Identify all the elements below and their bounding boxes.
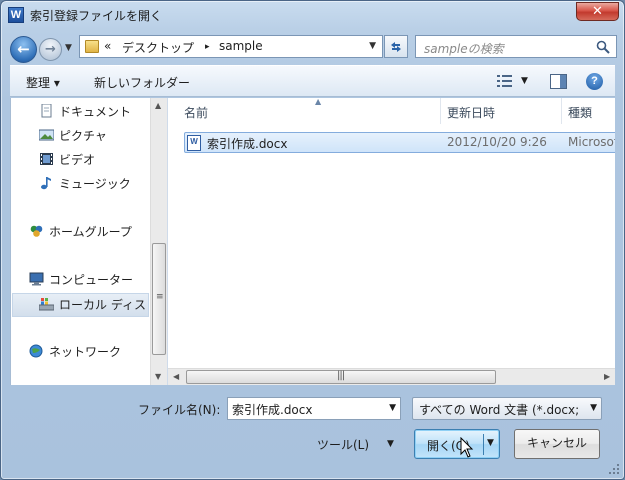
view-dropdown-icon[interactable]: ▼ (521, 76, 528, 86)
search-icon[interactable] (595, 39, 611, 55)
music-icon (41, 177, 51, 190)
picture-icon (39, 129, 54, 141)
back-button[interactable]: ← (10, 36, 37, 63)
homegroup-icon (30, 225, 43, 237)
preview-pane-icon[interactable] (550, 74, 567, 89)
column-header-name[interactable]: ▲ 名前 (178, 98, 440, 124)
resize-grip-icon[interactable] (608, 463, 620, 475)
column-header-label: 更新日時 (447, 106, 496, 120)
grip-icon: ≡ (156, 292, 164, 302)
open-file-dialog: W 索引登録ファイルを開く ✕ ← → ▼ « デスクトップ ▸ sample … (0, 0, 625, 480)
tools-button[interactable]: ツール(L) (317, 436, 369, 453)
breadcrumb-separator-icon[interactable]: ▸ (205, 42, 210, 52)
nav-vertical-scrollbar[interactable]: ▲ ≡ ▼ (150, 98, 167, 385)
nav-item-label: コンピューター (49, 273, 134, 287)
tools-dropdown-icon[interactable]: ▼ (387, 439, 394, 449)
scroll-up-icon[interactable]: ▲ (155, 101, 161, 110)
refresh-button[interactable] (384, 35, 408, 58)
nav-item-label: ビデオ (59, 153, 96, 167)
command-bar: 整理 ▾ 新しいフォルダー ▼ ? (10, 65, 615, 97)
scroll-left-icon[interactable]: ◀ (173, 372, 179, 381)
file-list: ▲ 名前 更新日時 種類 W 索引作成.docx 2012/10/20 9:26… (167, 98, 615, 385)
nav-item-label: ピクチャ (59, 129, 107, 143)
file-horizontal-scrollbar[interactable]: ◀ ||| ▶ (168, 368, 615, 385)
scroll-down-icon[interactable]: ▼ (155, 372, 161, 381)
open-button[interactable]: 開く(O) ▼ (414, 429, 500, 459)
nav-item-label: ホームグループ (49, 225, 132, 239)
history-dropdown-icon[interactable]: ▼ (65, 43, 72, 53)
folder-icon (85, 40, 99, 53)
address-dropdown-icon[interactable]: ▼ (369, 41, 376, 51)
help-icon[interactable]: ? (586, 73, 603, 90)
network-icon (29, 344, 43, 358)
file-row[interactable]: W 索引作成.docx 2012/10/20 9:26 Microsoft (184, 132, 615, 153)
local-disk-icon (39, 298, 54, 311)
filename-label: ファイル名(N): (138, 403, 221, 417)
word-document-icon: W (187, 135, 201, 151)
filename-value[interactable]: 索引作成.docx (232, 401, 312, 418)
nav-item-label: ドキュメント (59, 105, 132, 119)
column-header-label: 種類 (568, 106, 593, 120)
breadcrumb-sample[interactable]: sample (219, 39, 263, 53)
open-dropdown-icon[interactable]: ▼ (487, 438, 494, 448)
file-name: 索引作成.docx (207, 137, 288, 151)
open-split-divider (483, 434, 484, 455)
new-folder-button[interactable]: 新しいフォルダー (94, 74, 190, 91)
title-bar[interactable]: W 索引登録ファイルを開く ✕ (1, 1, 624, 29)
refresh-icon (391, 42, 401, 52)
scroll-thumb[interactable]: ≡ (152, 243, 166, 355)
computer-icon (29, 272, 44, 286)
column-header-modified[interactable]: 更新日時 (441, 98, 561, 124)
filename-input[interactable]: 索引作成.docx ▼ (227, 397, 401, 420)
video-icon (40, 153, 53, 165)
nav-item-label: ネットワーク (49, 345, 122, 359)
search-input[interactable]: sampleの検索 (424, 40, 504, 57)
address-bar[interactable]: « デスクトップ ▸ sample ▼ (79, 35, 383, 58)
file-modified: 2012/10/20 9:26 (447, 135, 547, 149)
nav-item-label: ミュージック (59, 177, 131, 191)
mouse-cursor-icon (460, 437, 474, 458)
search-box[interactable]: sampleの検索 (415, 35, 617, 58)
organize-button[interactable]: 整理 ▾ (26, 74, 60, 91)
scroll-right-icon[interactable]: ▶ (604, 372, 610, 381)
column-header-type[interactable]: 種類 (562, 98, 615, 124)
breadcrumb-overflow[interactable]: « (104, 39, 111, 53)
column-header-label: 名前 (184, 106, 209, 120)
file-type: Microsoft (568, 135, 615, 149)
file-type-value: すべての Word 文書 (*.docx; (419, 403, 580, 417)
navigation-pane: ドキュメント ピクチャ ビデオ ミュージック ホームグループ コンピューター ロ… (10, 98, 167, 385)
grip-icon: ||| (337, 370, 345, 381)
file-type-dropdown-icon[interactable]: ▼ (590, 403, 597, 413)
breadcrumb-desktop[interactable]: デスクトップ (122, 39, 194, 56)
file-type-select[interactable]: すべての Word 文書 (*.docx; ▼ (412, 397, 602, 420)
word-app-icon: W (8, 7, 24, 23)
sort-ascending-icon: ▲ (315, 98, 322, 106)
nav-item-label: ローカル ディス (59, 298, 146, 312)
close-button[interactable]: ✕ (576, 2, 619, 21)
window-title: 索引登録ファイルを開く (30, 9, 163, 23)
scroll-thumb[interactable]: ||| (186, 370, 496, 384)
view-options-icon[interactable] (497, 74, 513, 88)
cancel-button[interactable]: キャンセル (514, 429, 600, 459)
filename-dropdown-icon[interactable]: ▼ (389, 403, 396, 413)
document-icon (41, 104, 52, 118)
forward-button[interactable]: → (39, 38, 62, 61)
